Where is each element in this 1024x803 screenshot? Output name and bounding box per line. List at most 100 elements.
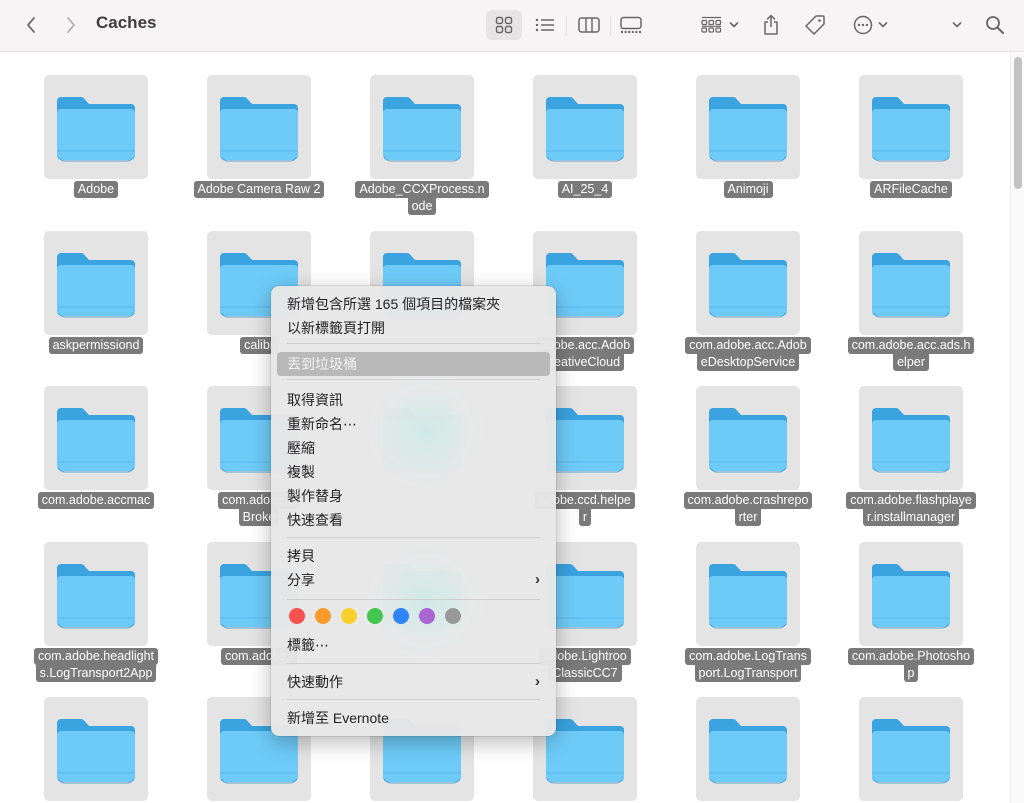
chevron-down-icon: [952, 22, 962, 28]
folder-selection-highlight: [696, 697, 800, 801]
folder-selection-highlight: [859, 697, 963, 801]
share-button[interactable]: [758, 10, 784, 40]
menu-item[interactable]: 製作替身: [277, 484, 550, 508]
tag-purple-dot[interactable]: [419, 608, 435, 624]
folder-name: Adobe_CCXProcess.n ode: [347, 181, 497, 215]
folder-name-line: ClassicCC7: [548, 665, 622, 682]
folder-name: com.adobe.flashplaye r.installmanager: [836, 492, 986, 526]
folder-name-line: Adobe_CCXProcess.n: [355, 181, 489, 198]
folder-selection-highlight: [44, 697, 148, 801]
group-icon: [701, 16, 722, 33]
icon-view-button[interactable]: [486, 10, 522, 40]
tag-blue-dot[interactable]: [393, 608, 409, 624]
menu-item[interactable]: 丟到垃圾桶: [277, 352, 550, 376]
folder-name-line: ARFileCache: [870, 181, 952, 198]
list-view-button[interactable]: [530, 10, 560, 40]
chevron-down-icon: [878, 22, 887, 28]
tag-green-dot[interactable]: [367, 608, 383, 624]
group-by-button[interactable]: [698, 10, 742, 40]
folder-name: askpermissiond: [21, 337, 171, 354]
menu-item[interactable]: 重新命名⋯: [277, 412, 550, 436]
folder-name: Animoji: [673, 181, 823, 198]
folder-name: com.adobe.LogTrans port.LogTransport: [673, 648, 823, 682]
menu-item-label: 分享: [287, 572, 315, 588]
menu-item[interactable]: 標籤⋯: [277, 633, 550, 657]
tag-icon: [805, 15, 825, 35]
folder-icon: [57, 564, 135, 629]
folder-selection-highlight: [696, 231, 800, 335]
vertical-scrollbar[interactable]: [1010, 53, 1024, 803]
share-icon: [764, 14, 778, 35]
folder-icon: [57, 253, 135, 318]
menu-item[interactable]: 拷貝: [277, 544, 550, 568]
tag-red-dot[interactable]: [289, 608, 305, 624]
folder-icon: [546, 97, 624, 162]
folder-name: AI_25_4: [510, 181, 660, 198]
folder-selection-highlight: [44, 386, 148, 490]
scroll-thumb[interactable]: [1014, 57, 1022, 189]
menu-item[interactable]: 快速查看: [277, 508, 550, 532]
folder-icon: [872, 719, 950, 784]
folder-name-line: com.adobe.accmac: [37, 492, 155, 509]
folder-selection-highlight: [859, 386, 963, 490]
folder-name-line: r.installmanager: [862, 509, 960, 526]
chevron-right-icon: [67, 17, 75, 33]
toolbar-divider: [566, 16, 567, 36]
menu-item-label: 拷貝: [287, 548, 315, 564]
more-actions-button[interactable]: [848, 10, 892, 40]
folder-icon: [709, 97, 787, 162]
tags-button[interactable]: [800, 10, 830, 40]
menu-item[interactable]: 快速動作 ›: [277, 670, 550, 694]
folder-icon: [57, 408, 135, 473]
folder-selection-highlight: [696, 542, 800, 646]
menu-item[interactable]: 分享 ›: [277, 568, 550, 592]
menu-item[interactable]: 新增至 Evernote: [277, 706, 550, 730]
folder-selection-highlight: [696, 386, 800, 490]
folder-name: Adobe: [21, 181, 171, 198]
folder-icon: [709, 719, 787, 784]
tag-orange-dot[interactable]: [315, 608, 331, 624]
grid-icon: [495, 16, 513, 34]
menu-item-label: 標籤⋯: [287, 637, 329, 653]
column-view-button[interactable]: [574, 10, 604, 40]
chevron-right-icon: ›: [535, 571, 540, 588]
folder-selection-highlight: [533, 75, 637, 179]
folder-name: Adobe Camera Raw 2: [184, 181, 334, 198]
tag-color-row: [289, 608, 461, 624]
folder-name-line: r: [578, 509, 592, 526]
folder-name-line: Animoji: [723, 181, 773, 198]
tag-gray-dot[interactable]: [445, 608, 461, 624]
menu-item-label: 快速查看: [287, 512, 343, 528]
folder-icon: [872, 408, 950, 473]
folder-selection-highlight: [44, 542, 148, 646]
context-menu: 新增包含所選 165 個項目的檔案夾以新標籤頁打開 丟到垃圾桶取得資訊 重新命名⋯ 壓…: [271, 286, 556, 736]
back-button[interactable]: [20, 10, 42, 40]
folder-selection-highlight: [696, 75, 800, 179]
chevron-left-icon: [27, 17, 35, 33]
folder-name-line: com.adobe.headlight: [33, 648, 159, 665]
menu-item-label: 新增包含所選 165 個項目的檔案夾: [287, 296, 501, 312]
menu-item[interactable]: 取得資訊: [277, 388, 550, 412]
forward-button[interactable]: [60, 10, 82, 40]
folder-icon: [57, 97, 135, 162]
menu-separator: [287, 599, 540, 600]
toolbar-overflow-button[interactable]: [948, 10, 966, 40]
folder-icon: [872, 97, 950, 162]
folder-name-line: com.adobe.acc.ads.h: [847, 337, 975, 354]
menu-item-label: 新增至 Evernote: [287, 710, 389, 726]
folder-name: com.adobe.acc.Adob eDesktopService: [673, 337, 823, 371]
menu-item[interactable]: 新增包含所選 165 個項目的檔案夾: [277, 292, 550, 316]
folder-selection-highlight: [44, 75, 148, 179]
menu-item[interactable]: 複製: [277, 460, 550, 484]
folder-name-line: com.adobe.acc.Adob: [685, 337, 811, 354]
gallery-view-button[interactable]: [616, 10, 646, 40]
tag-yellow-dot[interactable]: [341, 608, 357, 624]
folder-selection-highlight: [859, 231, 963, 335]
folder-selection-highlight: [859, 75, 963, 179]
search-button[interactable]: [982, 10, 1008, 40]
menu-separator: [287, 699, 540, 700]
menu-separator: [287, 537, 540, 538]
folder-icon: [872, 253, 950, 318]
menu-item[interactable]: 壓縮: [277, 436, 550, 460]
menu-item[interactable]: 以新標籤頁打開: [277, 316, 550, 340]
